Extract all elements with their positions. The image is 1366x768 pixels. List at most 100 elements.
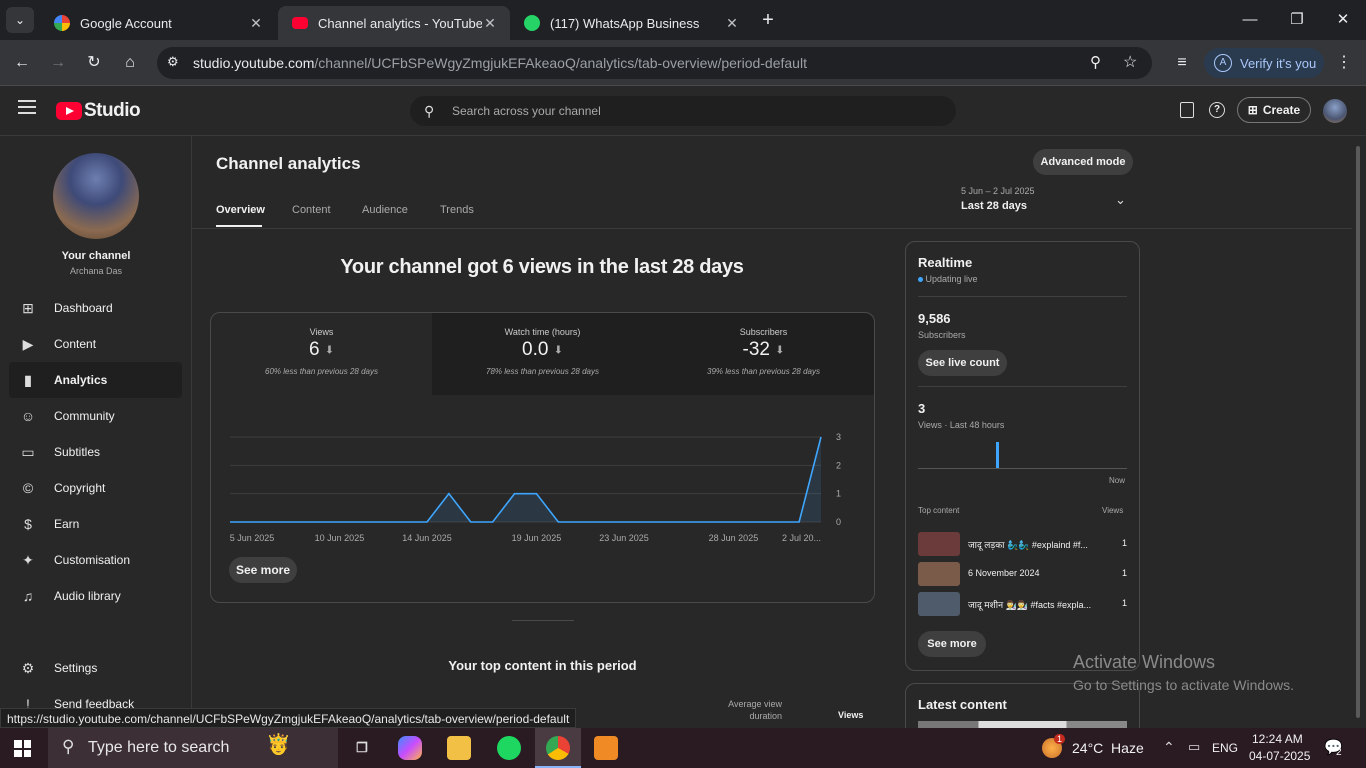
list-item[interactable]: जादू मशीन 👨‍🔬👨‍🔬 #facts #expla... 1 [918,592,1127,616]
task-view-icon[interactable]: ❐ [350,736,374,760]
clock-date[interactable]: 04-07-2025 [1249,749,1310,763]
realtime-bars [918,441,1127,469]
col-views[interactable]: Views [838,710,863,720]
minimize-button[interactable]: — [1238,8,1262,32]
audio-library-icon: ♫ [22,588,34,604]
taskbar-search-placeholder: Type here to search [88,739,230,756]
youtube-icon [292,17,308,29]
metric-subscribers[interactable]: Subscribers -32 ⬇ 39% less than previous… [653,313,874,395]
now-label: Now [1109,476,1126,485]
new-tab-button[interactable]: + [756,8,780,32]
restore-button[interactable]: ❐ [1285,8,1309,32]
page-title: Channel analytics [216,154,361,173]
sidebar-item-subtitles[interactable]: ▭ Subtitles [9,434,182,470]
list-item[interactable]: 6 November 2024 1 [918,562,1127,586]
site-info-icon[interactable]: ⚙ [167,54,179,70]
see-live-count-button[interactable]: See live count [918,350,1007,376]
taskbar-search-input[interactable]: ⚲ Type here to search 🤴 [48,728,338,768]
home-icon[interactable]: ⌂ [118,51,142,75]
realtime-see-more-button[interactable]: See more [918,631,986,657]
chart-x-tick-label: 2 Jul 20... [782,533,821,543]
spotify-icon[interactable] [497,736,521,760]
sidebar-item-community[interactable]: ☺ Community [9,398,182,434]
metric-views[interactable]: Views 6 ⬇ 60% less than previous 28 days [211,313,432,395]
tab-search-button[interactable]: ⌄ [6,7,34,33]
weather-text[interactable]: 24°C Haze [1072,740,1144,756]
help-icon[interactable]: ? [1209,102,1225,118]
address-bar[interactable]: ⚙ studio.youtube.com/channel/UCFbSPeWgyZ… [157,47,1152,79]
live-dot-icon [918,277,923,283]
studio-logo[interactable]: Studio [56,100,141,122]
file-explorer-icon[interactable] [447,736,471,760]
sidebar-item-dashboard[interactable]: ⊞ Dashboard [9,290,182,326]
gear-icon: ⚙ [21,659,35,676]
channel-search-input[interactable]: ⚲ Search across your channel [410,96,956,126]
zoom-icon[interactable]: ⚲ [1090,53,1101,71]
windows-start-icon[interactable] [14,740,31,757]
tray-chevron-up-icon[interactable]: ⌃ [1163,739,1175,756]
search-icon: ⚲ [424,103,435,119]
earn-icon: $ [24,516,32,532]
sidebar-item-earn[interactable]: $ Earn [9,506,182,542]
notification-center-icon[interactable]: 💬 [1324,738,1346,758]
clock-time[interactable]: 12:24 AM [1252,732,1303,746]
overview-card: Views 6 ⬇ 60% less than previous 28 days… [210,312,875,603]
media-queue-icon[interactable]: ≡ [1170,51,1194,75]
studio-sidebar: Your channel Archana Das ⊞ Dashboard ▶ Con… [0,136,192,728]
tab-whatsapp-business[interactable]: (117) WhatsApp Business ✕ [510,6,752,40]
search-icon: ⚲ [62,737,75,756]
date-range-selector[interactable]: 5 Jun – 2 Jul 2025 Last 28 days ⌄ [961,186,1131,218]
metric-watch-time[interactable]: Watch time (hours) 0.0 ⬇ 78% less than p… [432,313,653,395]
tab-overview[interactable]: Overview [216,204,265,216]
sidebar-item-settings[interactable]: ⚙ Settings [9,650,182,686]
tab-google-account[interactable]: Google Account ✕ [40,6,276,40]
chrome-menu-icon[interactable]: ⋮ [1332,51,1356,75]
activate-windows-title: Activate Windows [1073,652,1216,672]
your-channel-title: Your channel [61,250,131,262]
sidebar-item-audio-library[interactable]: ♫ Audio library [9,578,182,614]
feedback-icon[interactable] [1180,102,1194,118]
tab-content[interactable]: Content [292,204,331,216]
sidebar-item-label: Copyright [54,481,106,495]
fl-studio-icon[interactable] [594,736,618,760]
sidebar-item-label: Subtitles [54,445,101,459]
language-indicator[interactable]: ENG [1212,741,1238,755]
scrollbar[interactable] [1356,146,1360,718]
sidebar-item-customisation[interactable]: ✦ Customisation [9,542,182,578]
tabs-divider [192,228,1352,229]
copilot-icon[interactable] [398,736,422,760]
realtime-divider [918,296,1127,297]
close-icon[interactable]: ✕ [724,15,740,32]
see-more-button[interactable]: See more [229,557,297,583]
list-item[interactable]: जादू लड़का 🧞‍♂️🧞‍♂️ #explaind #f... 1 [918,532,1127,556]
create-button[interactable]: ⊞ Create [1237,97,1311,123]
bookmark-star-icon[interactable]: ☆ [1123,52,1137,72]
tab-trends[interactable]: Trends [440,204,474,216]
close-icon[interactable]: ✕ [248,15,264,32]
copyright-icon: © [22,480,34,496]
back-icon[interactable]: ← [10,51,34,75]
metric-label: Subscribers [739,327,788,337]
verify-identity-button[interactable]: A Verify it's you [1204,48,1324,78]
weather-badge: 1 [1054,734,1066,744]
reload-icon[interactable]: ↻ [82,51,106,75]
sidebar-item-analytics[interactable]: ▮ Analytics [9,362,182,398]
tray-network-icon[interactable]: ▭ [1188,739,1200,755]
taskbar-chrome-active[interactable] [535,728,581,768]
forward-icon[interactable]: → [46,51,70,75]
sidebar-item-content[interactable]: ▶ Content [9,326,182,362]
close-window-button[interactable]: ✕ [1331,8,1355,32]
browser-toolbar: ← → ↻ ⌂ ⚙ studio.youtube.com/channel/UCF… [0,40,1366,86]
col-header-line: duration [749,711,782,721]
sidebar-item-copyright[interactable]: © Copyright [9,470,182,506]
advanced-mode-button[interactable]: Advanced mode [1033,149,1133,175]
tab-channel-analytics[interactable]: Channel analytics - YouTube Stu ✕ [278,6,510,40]
latest-content-title: Latest content [918,697,1007,712]
url-path: /channel/UCFbSPeWgyZmgjukEFAkeaoQ/analyt… [314,55,807,71]
channel-avatar[interactable] [53,153,139,239]
close-icon[interactable]: ✕ [482,15,498,32]
account-avatar[interactable] [1323,99,1347,123]
tab-audience[interactable]: Audience [362,204,408,216]
chart-x-tick-label: 5 Jun 2025 [230,533,275,543]
hamburger-menu-icon[interactable] [18,100,36,114]
